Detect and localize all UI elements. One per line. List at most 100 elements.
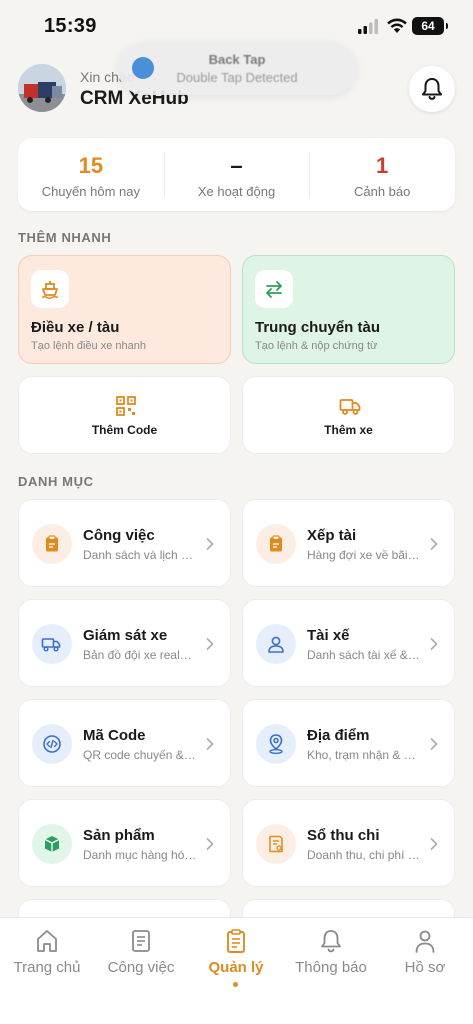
qc-title: Điều xe / tàu <box>31 319 120 336</box>
stats-card: 15 Chuyến hôm nay – Xe hoạt động 1 Cảnh … <box>18 138 455 211</box>
home-icon <box>37 930 57 952</box>
chevron-right-icon <box>206 638 214 650</box>
stat-value: 15 <box>78 153 104 178</box>
nav-notifications[interactable]: Thông báo <box>284 918 378 998</box>
category-dispatch-queue[interactable]: Xếp tài Hàng đợi xe về bãi… <box>242 499 455 587</box>
add-code-label: Thêm Code <box>91 423 158 437</box>
cat-icon-wrap <box>32 624 72 664</box>
back-tap-toast: Back Tap Double Tap Detected <box>118 43 356 95</box>
profile-icon <box>415 930 435 953</box>
cat-icon-wrap <box>256 724 296 764</box>
chevron-right-icon <box>206 838 214 850</box>
manage-icon <box>227 929 245 953</box>
nav-label: Quản lý <box>208 959 264 976</box>
cat-icon-wrap <box>32 524 72 564</box>
category-codes[interactable]: Mã Code QR code chuyến & … <box>18 699 231 787</box>
qc-icon-wrap <box>31 270 69 308</box>
truck-icon <box>339 399 361 415</box>
cat-subtitle: Bản đồ đội xe real… <box>83 648 192 662</box>
cat-subtitle: Danh sách tài xế &… <box>307 648 420 662</box>
qc-icon-wrap <box>255 270 293 308</box>
nav-jobs[interactable]: Công việc <box>94 918 188 998</box>
cat-subtitle: QR code chuyến & … <box>83 748 198 762</box>
avatar-truck-image <box>18 64 66 112</box>
notification-bell-button[interactable] <box>409 66 455 112</box>
category-drivers[interactable]: Tài xế Danh sách tài xế &… <box>242 599 455 687</box>
cat-subtitle: Danh sách và lịch … <box>83 548 194 562</box>
qc-subtitle: Tạo lệnh điều xe nhanh <box>31 340 146 352</box>
category-locations[interactable]: Địa điểm Kho, trạm nhận & … <box>242 699 455 787</box>
cat-icon-wrap <box>256 624 296 664</box>
cat-title: Tài xế <box>307 627 350 644</box>
add-vehicle-label: Thêm xe <box>324 423 373 437</box>
cat-title: Công việc <box>83 527 155 544</box>
qr-code-icon <box>116 396 136 416</box>
add-code-button[interactable]: Thêm Code <box>18 376 231 454</box>
cat-subtitle: Kho, trạm nhận & … <box>307 748 416 762</box>
stat-active-vehicles[interactable]: – Xe hoạt động <box>163 138 310 211</box>
chevron-right-icon <box>430 638 438 650</box>
nav-manage[interactable]: Quản lý <box>189 918 283 998</box>
cat-icon-wrap <box>256 524 296 564</box>
stat-value: 1 <box>376 153 389 178</box>
category-vehicle-monitoring[interactable]: Giám sát xe Bản đồ đội xe real… <box>18 599 231 687</box>
ship-transfer-card[interactable]: Trung chuyển tàu Tạo lệnh & nộp chứng từ <box>242 255 455 364</box>
quick-add-section-title: THÊM NHANH <box>18 230 112 245</box>
add-vehicle-button[interactable]: Thêm xe <box>242 376 455 454</box>
chevron-right-icon <box>430 538 438 550</box>
active-indicator-dot <box>233 982 238 987</box>
cat-subtitle: Hàng đợi xe về bãi… <box>307 548 420 562</box>
cat-title: Sổ thu chi <box>307 827 380 844</box>
stat-value: – <box>230 153 243 178</box>
signal-icon <box>358 19 378 34</box>
battery-level: 64 <box>421 19 435 33</box>
bell-icon <box>422 78 442 100</box>
avatar[interactable] <box>18 64 66 112</box>
bell-icon <box>321 930 341 953</box>
stat-label: Cảnh báo <box>353 184 411 199</box>
category-jobs[interactable]: Công việc Danh sách và lịch … <box>18 499 231 587</box>
cat-icon-wrap <box>256 824 296 864</box>
cat-title: Địa điểm <box>307 727 370 744</box>
bottom-navigation: Trang chủ Công việc Quản lý Thông báo Hồ… <box>0 917 473 1024</box>
cat-title: Sản phẩm <box>83 827 155 844</box>
qc-subtitle: Tạo lệnh & nộp chứng từ <box>255 340 378 352</box>
stat-alerts[interactable]: 1 Cảnh báo <box>309 138 455 211</box>
dispatch-vehicle-card[interactable]: Điều xe / tàu Tạo lệnh điều xe nhanh <box>18 255 231 364</box>
nav-profile[interactable]: Hồ sơ <box>378 918 472 998</box>
nav-label: Công việc <box>107 959 175 976</box>
qc-title: Trung chuyển tàu <box>255 319 381 336</box>
cat-title: Mã Code <box>83 727 146 744</box>
nav-label: Hồ sơ <box>404 959 446 976</box>
stat-trips-today[interactable]: 15 Chuyến hôm nay <box>18 138 164 211</box>
stat-label: Xe hoạt động <box>197 184 276 199</box>
truck-monitor-icon <box>41 638 61 652</box>
category-products[interactable]: Sản phẩm Danh mục hàng hó… <box>18 799 231 887</box>
stat-label: Chuyến hôm nay <box>41 184 140 199</box>
category-ledger[interactable]: Sổ thu chi Doanh thu, chi phí … <box>242 799 455 887</box>
user-icon <box>268 636 284 653</box>
cat-subtitle: Doanh thu, chi phí … <box>307 848 420 862</box>
clipboard-icon <box>46 535 58 552</box>
cat-icon-wrap <box>32 724 72 764</box>
wifi-icon <box>387 18 407 33</box>
cat-title: Giám sát xe <box>83 627 168 644</box>
cat-title: Xếp tài <box>307 527 357 544</box>
nav-label: Thông báo <box>295 959 367 976</box>
clipboard-icon <box>270 535 282 552</box>
cat-subtitle: Danh mục hàng hó… <box>83 848 197 862</box>
battery-indicator: 64 <box>412 17 448 35</box>
toast-title: Back Tap <box>208 52 266 67</box>
chevron-right-icon <box>206 738 214 750</box>
chevron-right-icon <box>430 838 438 850</box>
transfer-arrows-icon <box>266 281 282 298</box>
categories-section-title: DANH MỤC <box>18 474 94 489</box>
chevron-right-icon <box>206 538 214 550</box>
nav-label: Trang chủ <box>13 959 81 976</box>
box-icon <box>44 836 60 852</box>
status-time: 15:39 <box>44 15 97 37</box>
document-icon <box>132 930 150 952</box>
toast-subtitle: Double Tap Detected <box>176 70 298 85</box>
code-icon <box>43 735 61 753</box>
nav-home[interactable]: Trang chủ <box>0 918 94 998</box>
